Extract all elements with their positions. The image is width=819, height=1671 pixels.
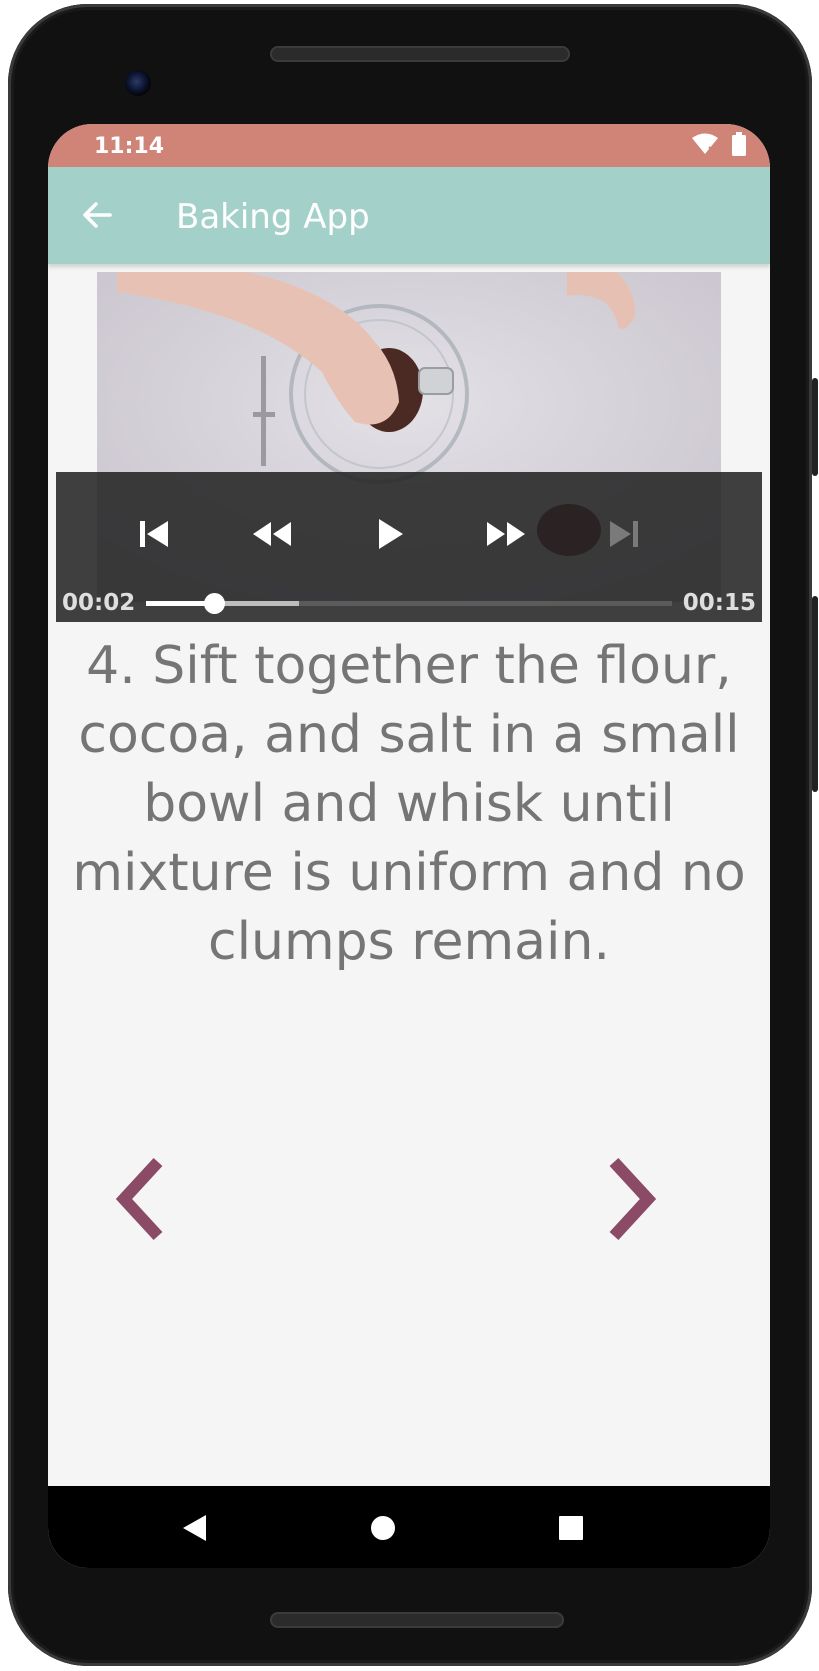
player-controls: 00:02 00:15 (56, 472, 762, 622)
fast-forward-icon (487, 522, 525, 546)
rewind-button[interactable] (242, 504, 302, 564)
recents-square-icon (559, 1516, 583, 1540)
step-description: 4. Sift together the flour, cocoa, and s… (72, 636, 746, 972)
battery-icon (732, 132, 746, 156)
current-time: 00:02 (62, 590, 136, 616)
earpiece-speaker (270, 46, 570, 62)
play-icon (379, 519, 403, 549)
skip-previous-button[interactable] (124, 504, 184, 564)
front-camera (125, 70, 151, 96)
next-step-button[interactable] (594, 1144, 666, 1254)
bottom-speaker (270, 1612, 564, 1628)
play-button[interactable] (360, 504, 420, 564)
status-bar: 11:14 (48, 124, 770, 167)
chevron-left-icon (115, 1157, 163, 1241)
chevron-right-icon (609, 1157, 657, 1241)
power-button (812, 378, 818, 476)
volume-button (812, 596, 818, 792)
arrow-back-icon (83, 202, 112, 228)
seek-thumb[interactable] (204, 593, 226, 614)
app-bar: Baking App (48, 167, 770, 264)
duration: 00:15 (682, 590, 756, 616)
system-navigation-bar (48, 1486, 770, 1568)
skip-previous-icon (140, 521, 168, 547)
wifi-icon (692, 133, 718, 154)
system-back-button[interactable] (174, 1508, 214, 1548)
skip-next-icon (610, 521, 638, 547)
status-time: 11:14 (94, 134, 165, 159)
back-button[interactable] (76, 193, 120, 237)
status-icons (692, 132, 746, 156)
fast-forward-button[interactable] (476, 504, 536, 564)
home-circle-icon (371, 1516, 395, 1540)
previous-step-button[interactable] (106, 1144, 178, 1254)
system-home-button[interactable] (363, 1508, 403, 1548)
rewind-icon (253, 522, 291, 546)
back-triangle-icon (183, 1515, 206, 1541)
screen: 11:14 Baking App 00:02 00:15 4. Sift tog… (48, 124, 770, 1568)
system-recents-button[interactable] (551, 1508, 591, 1548)
app-title: Baking App (176, 197, 370, 237)
skip-next-button[interactable] (594, 504, 654, 564)
